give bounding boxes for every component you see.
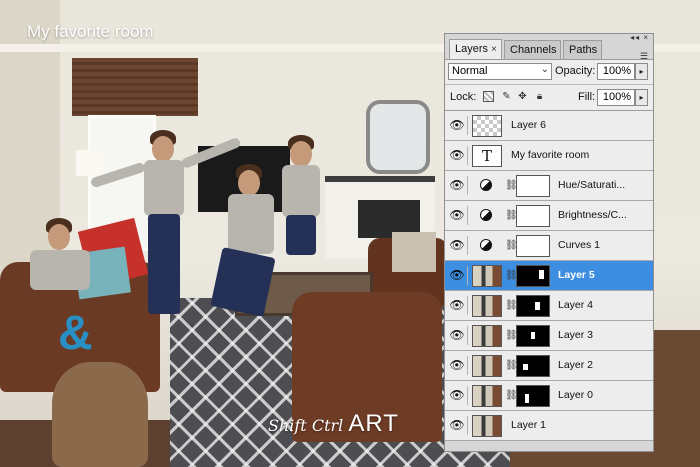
layer-name: Layer 0 [558,389,594,401]
layer-thumbnail [472,265,502,287]
layer-mask-thumbnail [516,205,550,227]
layer-name: Layer 1 [511,419,547,431]
layer-name: Layer 6 [511,119,547,131]
lock-fill-bar: Lock: ✎ ✥ 🔒︎ Fill: 100% ▸ [445,84,653,111]
eye-icon[interactable]: 👁︎ [447,146,468,165]
layer-thumbnail [472,415,502,437]
layer-name: Brightness/C... [558,209,627,221]
layer-row[interactable]: 👁︎ ⛓︎ Layer 2 [445,351,653,381]
mirror [366,100,430,174]
layer-row[interactable]: 👁︎ ⛓︎ Layer 4 [445,291,653,321]
eye-icon[interactable]: 👁︎ [447,266,468,285]
layer-row[interactable]: 👁︎ ⛓︎ Hue/Saturati... [445,171,653,201]
lamp [76,150,104,176]
eye-icon[interactable]: 👁︎ [447,386,468,405]
layers-panel: ◂◂ × Layers × Channels Paths ☰ Normal ⌄ O… [444,33,654,452]
layer-name: Layer 2 [558,359,594,371]
side-table [52,362,148,467]
link-chain-icon: ⛓︎ [505,330,518,341]
adjustment-layer-icon [480,239,492,251]
layer-thumbnail [472,115,502,137]
tab-close-icon[interactable]: × [491,44,497,55]
layer-name: Layer 3 [558,329,594,341]
eye-icon[interactable]: 👁︎ [447,236,468,255]
title-overlay-text: My favorite room [27,22,154,41]
layer-mask-thumbnail [516,355,550,377]
tab-layers-label: Layers [455,43,489,55]
adjustment-layer-icon [480,209,492,221]
layer-name: My favorite room [511,149,590,161]
layer-row[interactable]: 👁︎ Layer 1 [445,411,653,441]
layer-thumbnail [472,295,502,317]
layer-row[interactable]: 👁︎ ⛓︎ Curves 1 [445,231,653,261]
layer-name: Curves 1 [558,239,601,251]
blend-mode-value: Normal [452,65,488,77]
layer-mask-thumbnail [516,295,550,317]
lock-label: Lock: [450,91,477,103]
layer-row[interactable]: 👁︎ Layer 6 [445,111,653,141]
fill-label: Fill: [578,91,596,103]
link-chain-icon: ⛓︎ [505,390,518,401]
layer-row-selected[interactable]: 👁︎ ⛓︎ Layer 5 [445,261,653,291]
blend-mode-select[interactable]: Normal ⌄ [448,63,552,80]
layer-mask-thumbnail [516,325,550,347]
link-chain-icon: ⛓︎ [505,360,518,371]
opacity-label: Opacity: [555,65,596,77]
text-layer-icon: T [472,145,502,167]
eye-icon[interactable]: 👁︎ [447,296,468,315]
brand-script-text: Shift Ctrl [268,416,344,435]
chevron-down-icon: ⌄ [540,64,549,75]
layer-row[interactable]: 👁︎ T My favorite room [445,141,653,171]
fill-input[interactable]: 100% [597,89,635,106]
tab-channels[interactable]: Channels [504,40,562,59]
panel-tabs: Layers × Channels Paths ☰ [445,39,653,61]
opacity-slider-arrow-icon[interactable]: ▸ [635,63,648,80]
lock-move-icon[interactable]: ✥ [517,91,528,102]
tab-channels-label: Channels [510,44,557,56]
layer-mask-thumbnail [516,235,550,257]
layer-mask-thumbnail [516,265,550,287]
eye-icon[interactable]: 👁︎ [447,206,468,225]
link-chain-icon: ⛓︎ [505,300,518,311]
layer-mask-thumbnail [516,175,550,197]
brand-art-text: ART [348,410,399,437]
blend-opacity-bar: Normal ⌄ Opacity: 100% ▸ [445,59,653,84]
link-chain-icon: ⛓︎ [505,270,518,281]
layer-row[interactable]: 👁︎ ⛓︎ Brightness/C... [445,201,653,231]
opacity-input[interactable]: 100% [597,63,635,80]
link-chain-icon: ⛓︎ [505,240,518,251]
eye-icon[interactable]: 👁︎ [447,176,468,195]
layer-thumbnail [472,355,502,377]
layer-name: Layer 5 [558,269,595,281]
eye-icon[interactable]: 👁︎ [447,326,468,345]
tab-layers[interactable]: Layers × [449,39,502,60]
fill-slider-arrow-icon[interactable]: ▸ [635,89,648,106]
link-chain-icon: ⛓︎ [505,180,518,191]
lock-transparent-icon[interactable] [483,91,494,102]
eye-icon[interactable]: 👁︎ [447,116,468,135]
layer-name: Hue/Saturati... [558,179,626,191]
layer-thumbnail [472,325,502,347]
eye-icon[interactable]: 👁︎ [447,356,468,375]
eye-icon[interactable]: 👁︎ [447,416,468,435]
link-chain-icon: ⛓︎ [505,210,518,221]
layer-row[interactable]: 👁︎ ⛓︎ Layer 0 [445,381,653,411]
adjustment-layer-icon [480,179,492,191]
ampersand-decor: & [58,307,93,360]
tab-paths[interactable]: Paths [563,40,603,59]
brand-watermark: Shift Ctrl ART [268,410,399,438]
layer-mask-thumbnail [516,385,550,407]
layer-list: 👁︎ Layer 6 👁︎ T My favorite room 👁︎ ⛓︎ H… [445,111,653,441]
tab-paths-label: Paths [569,44,598,56]
layer-row[interactable]: 👁︎ ⛓︎ Layer 3 [445,321,653,351]
layer-thumbnail [472,385,502,407]
lock-all-icon[interactable]: 🔒︎ [534,91,545,102]
striped-pillow [392,232,436,272]
roman-shade [72,58,198,116]
lock-brush-icon[interactable]: ✎ [501,91,512,102]
layer-name: Layer 4 [558,299,594,311]
